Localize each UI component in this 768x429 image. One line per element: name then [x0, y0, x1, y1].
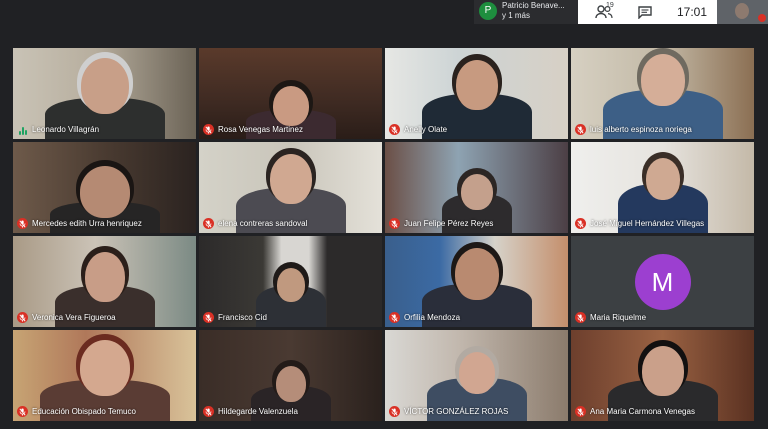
meeting-controls: 19 17:01	[578, 0, 717, 24]
participant-label: Veronica Vera Figueroa	[17, 312, 116, 323]
participant-name: Leonardo Villagrán	[32, 125, 100, 134]
participant-label: Hildegarde Valenzuela	[203, 406, 298, 417]
participant-label: Juan Felipe Pérez Reyes	[389, 218, 493, 229]
participant-face	[275, 366, 306, 402]
presenter-avatar: P	[479, 2, 497, 20]
participant-tile[interactable]: Anelly Olate	[385, 48, 568, 139]
participant-name: Orfilia Mendoza	[404, 313, 461, 322]
participant-label: Francisco Cid	[203, 312, 267, 323]
participant-face	[79, 340, 130, 396]
participant-tile[interactable]: VÍCTOR GONZÁLEZ ROJAS	[385, 330, 568, 421]
participant-label: elena contreras sandoval	[203, 218, 307, 229]
participant-label: Ana Maria Carmona Venegas	[575, 406, 695, 417]
participant-tile[interactable]: elena contreras sandoval	[199, 142, 382, 233]
participant-label: Orfilia Mendoza	[389, 312, 460, 323]
participant-tile[interactable]: Orfilia Mendoza	[385, 236, 568, 327]
participant-avatar: M	[634, 254, 691, 310]
participant-label: Rosa Venegas Martinez	[203, 124, 303, 135]
participant-label: VÍCTOR GONZÁLEZ ROJAS	[389, 406, 508, 417]
participant-tile[interactable]: Mercedes edith Urra henriquez	[13, 142, 196, 233]
participants-button[interactable]: 19	[584, 0, 624, 24]
participant-name: Rosa Venegas Martinez	[218, 125, 303, 134]
participant-face	[454, 248, 499, 300]
mic-off-icon	[389, 312, 400, 323]
participant-name: Anelly Olate	[404, 125, 448, 134]
participant-name: Hildegarde Valenzuela	[218, 407, 298, 416]
participant-name: Educación Obispado Temuco	[32, 407, 136, 416]
participant-tile[interactable]: José Miguel Hernández Villegas	[571, 142, 754, 233]
participant-tile[interactable]: luis alberto espinoza noriega	[571, 48, 754, 139]
participant-label: Educación Obispado Temuco	[17, 406, 136, 417]
participant-face	[460, 174, 493, 210]
mic-off-icon	[203, 124, 214, 135]
participant-name: Maria Riquelme	[590, 313, 647, 322]
mic-off-icon	[17, 312, 28, 323]
mic-off-icon	[203, 218, 214, 229]
participant-name: elena contreras sandoval	[218, 219, 308, 228]
chat-icon	[638, 5, 652, 19]
participant-label: Maria Riquelme	[575, 312, 646, 323]
presenter-name: Patricio Benave...	[502, 1, 565, 10]
clock: 17:01	[676, 5, 708, 19]
mic-off-icon	[758, 14, 766, 22]
participant-name: VÍCTOR GONZÁLEZ ROJAS	[404, 407, 509, 416]
participant-tile[interactable]: Francisco Cid	[199, 236, 382, 327]
mic-off-icon	[389, 406, 400, 417]
participant-tile[interactable]: Ana Maria Carmona Venegas	[571, 330, 754, 421]
participant-face	[269, 154, 312, 204]
mic-off-icon	[203, 312, 214, 323]
participants-count: 19	[606, 2, 614, 9]
mic-off-icon	[389, 124, 400, 135]
mic-off-icon	[575, 218, 586, 229]
participant-tile[interactable]: Educación Obispado Temuco	[13, 330, 196, 421]
presenter-more: y 1 más	[502, 11, 531, 20]
participant-face	[645, 158, 680, 200]
participant-name: Ana Maria Carmona Venegas	[590, 407, 695, 416]
participant-name: Veronica Vera Figueroa	[32, 313, 116, 322]
self-face	[735, 3, 749, 19]
participant-face	[640, 54, 685, 106]
participant-name: José Miguel Hernández Villegas	[590, 219, 705, 228]
presenter-chip[interactable]: P Patricio Benave... y 1 más	[474, 0, 578, 24]
top-bar: P Patricio Benave... y 1 más 19 17:01	[0, 0, 768, 26]
participant-tile[interactable]: Veronica Vera Figueroa	[13, 236, 196, 327]
participant-name: Francisco Cid	[218, 313, 267, 322]
participant-label: Leonardo Villagrán	[17, 124, 99, 135]
participant-name: Mercedes edith Urra henriquez	[32, 219, 142, 228]
participant-label: José Miguel Hernández Villegas	[575, 218, 704, 229]
participant-face	[276, 268, 305, 302]
participant-face	[79, 166, 130, 218]
mic-off-icon	[575, 124, 586, 135]
participant-face	[458, 352, 495, 394]
participant-face	[80, 58, 129, 114]
participant-name: luis alberto espinoza noriega	[590, 125, 692, 134]
participant-tile[interactable]: Rosa Venegas Martinez	[199, 48, 382, 139]
mic-off-icon	[17, 218, 28, 229]
participant-face	[455, 60, 498, 110]
participant-name: Juan Felipe Pérez Reyes	[404, 219, 494, 228]
participant-label: Mercedes edith Urra henriquez	[17, 218, 142, 229]
self-view[interactable]	[717, 0, 768, 24]
mic-off-icon	[17, 406, 28, 417]
participant-face	[272, 86, 309, 126]
participant-tile[interactable]: Leonardo Villagrán	[13, 48, 196, 139]
speaking-indicator-icon	[17, 124, 28, 135]
mic-off-icon	[203, 406, 214, 417]
participant-label: luis alberto espinoza noriega	[575, 124, 692, 135]
participant-tile[interactable]: Hildegarde Valenzuela	[199, 330, 382, 421]
mic-off-icon	[575, 406, 586, 417]
participant-face	[641, 346, 684, 396]
mic-off-icon	[389, 218, 400, 229]
participant-grid: Leonardo Villagrán Rosa Venegas Martinez A…	[13, 48, 756, 426]
chat-button[interactable]	[630, 0, 660, 24]
mic-off-icon	[575, 312, 586, 323]
participant-tile[interactable]: M Maria Riquelme	[571, 236, 754, 327]
participant-label: Anelly Olate	[389, 124, 447, 135]
participant-tile[interactable]: Juan Felipe Pérez Reyes	[385, 142, 568, 233]
participant-face	[84, 252, 125, 302]
